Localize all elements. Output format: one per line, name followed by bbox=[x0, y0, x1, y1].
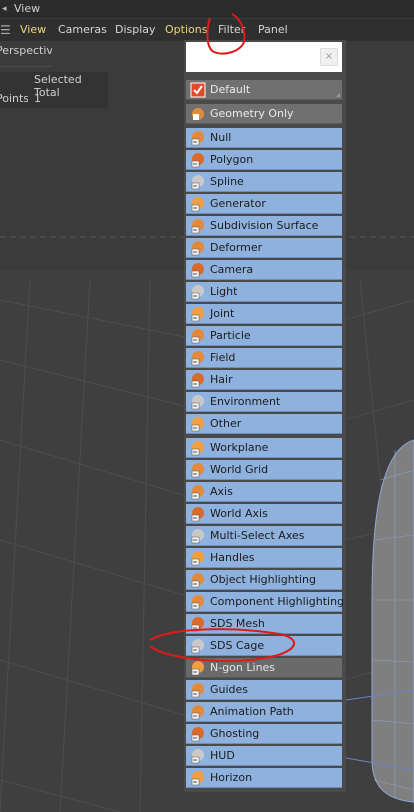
filter-item-workplane[interactable]: Workplane bbox=[186, 438, 342, 458]
deformer-icon bbox=[191, 241, 204, 256]
filter-item-sds-cage[interactable]: SDS Cage bbox=[186, 636, 342, 656]
menu-view[interactable]: View bbox=[20, 23, 46, 37]
filter-item-hair[interactable]: Hair bbox=[186, 370, 342, 390]
menu-bar: ☰ View Cameras Display Options Filter Pa… bbox=[0, 19, 414, 41]
filter-item-axis[interactable]: Axis bbox=[186, 482, 342, 502]
hud-row-label: Points bbox=[0, 92, 28, 105]
filter-item-camera[interactable]: Camera bbox=[186, 260, 342, 280]
checkbox-icon bbox=[190, 82, 206, 98]
menu-cameras[interactable]: Cameras bbox=[58, 23, 107, 37]
camera-icon bbox=[191, 263, 204, 278]
filter-item-null[interactable]: Null bbox=[186, 128, 342, 148]
filter-item-other[interactable]: Other bbox=[186, 414, 342, 434]
title-bar: ◂ View bbox=[0, 0, 414, 18]
filter-item-animation-path[interactable]: Animation Path bbox=[186, 702, 342, 722]
filter-dropdown-menu: × Default Geometry Only Null Polygon Splin… bbox=[184, 40, 346, 792]
guides-icon bbox=[191, 683, 204, 698]
close-icon[interactable]: × bbox=[320, 48, 338, 66]
geometry-icon bbox=[192, 108, 204, 120]
filter-item-world-grid[interactable]: World Grid bbox=[186, 460, 342, 480]
filter-item-generator[interactable]: Generator bbox=[186, 194, 342, 214]
null-icon bbox=[191, 131, 204, 146]
filter-item-guides[interactable]: Guides bbox=[186, 680, 342, 700]
filter-item-multi-select-axes[interactable]: Multi-Select Axes bbox=[186, 526, 342, 546]
world-grid-icon bbox=[191, 463, 204, 478]
hair-icon bbox=[191, 373, 204, 388]
joint-icon bbox=[191, 307, 204, 322]
arrow-icon: ◂ bbox=[2, 4, 7, 14]
filter-item-environment[interactable]: Environment bbox=[186, 392, 342, 412]
filter-item-light[interactable]: Light bbox=[186, 282, 342, 302]
component-highlighting-icon bbox=[191, 595, 204, 610]
hud-row-value: 1 bbox=[34, 92, 41, 105]
filter-item-n-gon-lines[interactable]: N-gon Lines bbox=[186, 658, 342, 678]
field-icon bbox=[191, 351, 204, 366]
particle-icon bbox=[191, 329, 204, 344]
filter-item-object-highlighting[interactable]: Object Highlighting bbox=[186, 570, 342, 590]
hamburger-menu-icon[interactable]: ☰ bbox=[0, 23, 12, 37]
subdivision-surface-icon bbox=[191, 219, 204, 234]
workplane-icon bbox=[191, 441, 204, 456]
filter-item-polygon[interactable]: Polygon bbox=[186, 150, 342, 170]
generator-icon bbox=[191, 197, 204, 212]
light-icon bbox=[191, 285, 204, 300]
other-icon bbox=[191, 417, 204, 432]
spline-icon bbox=[191, 175, 204, 190]
filter-item-joint[interactable]: Joint bbox=[186, 304, 342, 324]
filter-item-component-highlighting[interactable]: Component Highlighting bbox=[186, 592, 344, 612]
ghosting-icon bbox=[191, 727, 204, 742]
hud-icon bbox=[191, 749, 204, 764]
filter-item-subdivision-surface[interactable]: Subdivision Surface bbox=[186, 216, 342, 236]
hud-stats-table: Selected Total Points 1 bbox=[0, 72, 108, 108]
menu-panel[interactable]: Panel bbox=[258, 23, 288, 37]
environment-icon bbox=[191, 395, 204, 410]
submenu-corner-icon bbox=[336, 93, 340, 97]
filter-item-spline[interactable]: Spline bbox=[186, 172, 342, 192]
sds-cage-icon bbox=[191, 639, 204, 654]
camera-name-label: Perspective bbox=[0, 44, 52, 57]
filter-item-hud[interactable]: HUD bbox=[186, 746, 342, 766]
animation-path-icon bbox=[191, 705, 204, 720]
hud-column-header: Selected Total bbox=[34, 73, 82, 99]
filter-item-horizon[interactable]: Horizon bbox=[186, 768, 342, 788]
filter-item-sds-mesh[interactable]: SDS Mesh bbox=[186, 614, 342, 634]
filter-item-world-axis[interactable]: World Axis bbox=[186, 504, 342, 524]
preset-default[interactable]: Default bbox=[186, 80, 342, 100]
title-view-label[interactable]: View bbox=[14, 0, 40, 18]
filter-search-field[interactable]: × bbox=[186, 42, 342, 72]
filter-item-handles[interactable]: Handles bbox=[186, 548, 342, 568]
n-gon-lines-icon bbox=[191, 661, 204, 676]
menu-display[interactable]: Display bbox=[115, 23, 156, 37]
axis-icon bbox=[191, 485, 204, 500]
filter-item-deformer[interactable]: Deformer bbox=[186, 238, 342, 258]
horizon-icon bbox=[191, 771, 204, 786]
sds-mesh-icon bbox=[191, 617, 204, 632]
world-axis-icon bbox=[191, 507, 204, 522]
menu-options[interactable]: Options bbox=[165, 23, 207, 37]
object-highlighting-icon bbox=[191, 573, 204, 588]
menu-filter[interactable]: Filter bbox=[218, 23, 245, 37]
hud-divider bbox=[0, 66, 52, 67]
preset-geometry-only[interactable]: Geometry Only bbox=[186, 104, 342, 124]
filter-item-ghosting[interactable]: Ghosting bbox=[186, 724, 342, 744]
filter-item-particle[interactable]: Particle bbox=[186, 326, 342, 346]
multi-select-axes-icon bbox=[191, 529, 204, 544]
handles-icon bbox=[191, 551, 204, 566]
filter-item-field[interactable]: Field bbox=[186, 348, 342, 368]
polygon-icon bbox=[191, 153, 204, 168]
